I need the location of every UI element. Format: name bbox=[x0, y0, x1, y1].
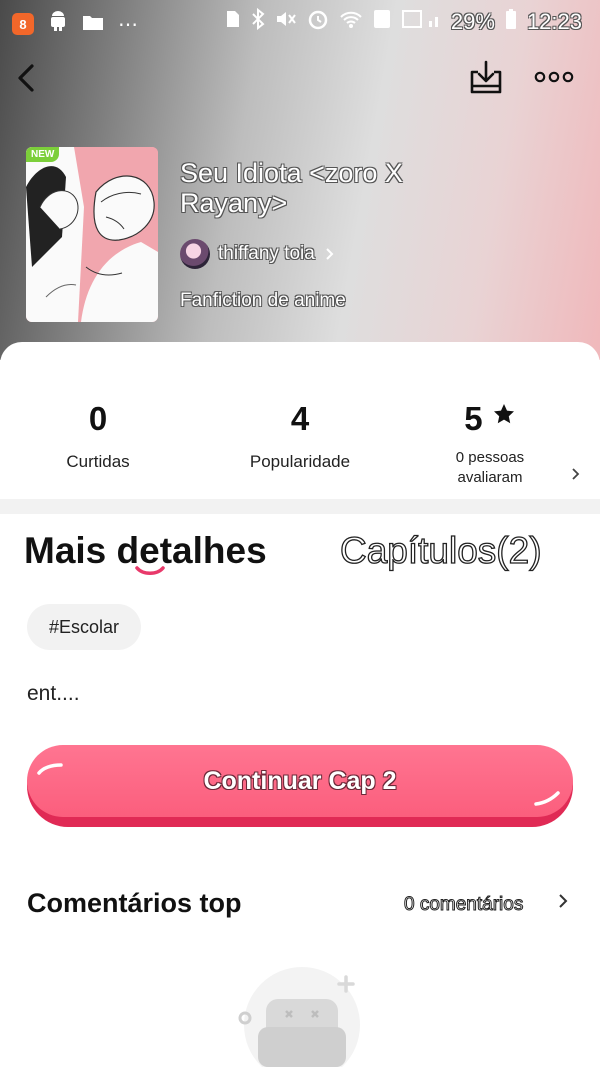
stat-likes-value: 0 bbox=[88, 400, 108, 437]
author-link[interactable]: thiffany toia bbox=[180, 238, 337, 270]
back-arrow-icon bbox=[18, 64, 34, 92]
story-category: Fanfiction de anime bbox=[180, 290, 346, 311]
bluetooth-icon bbox=[251, 7, 265, 36]
author-name: thiffany toia bbox=[218, 243, 315, 264]
tag-chip[interactable]: #Escolar bbox=[27, 604, 142, 650]
stat-rating[interactable]: 5 0 pessoas avaliaram bbox=[430, 400, 550, 488]
tab-chapters[interactable]: Capítulos(2) bbox=[339, 529, 542, 572]
stat-popularity-value: 4 bbox=[290, 400, 310, 437]
continue-reading-button[interactable]: Continuar Cap 2 bbox=[27, 745, 573, 827]
more-notifications-icon: ⋯ bbox=[118, 13, 138, 36]
continue-button-label: Continuar Cap 2 bbox=[203, 766, 397, 795]
stat-likes[interactable]: 0 Curtidas bbox=[48, 400, 148, 472]
app-notification-icon: 8 bbox=[12, 13, 34, 35]
cover-illustration bbox=[26, 147, 158, 322]
author-avatar bbox=[180, 239, 210, 269]
comments-chevron-icon[interactable] bbox=[556, 891, 570, 917]
android-icon bbox=[48, 10, 68, 38]
comments-count-link[interactable]: 0 comentários bbox=[403, 894, 523, 916]
battery-icon bbox=[505, 8, 517, 36]
sim-alert-icon bbox=[225, 9, 241, 35]
sim-slot-icon bbox=[373, 9, 391, 35]
new-badge: NEW bbox=[26, 147, 60, 162]
continue-button-face: Continuar Cap 2 bbox=[27, 745, 573, 817]
stat-likes-label: Curtidas bbox=[66, 452, 130, 471]
section-divider bbox=[0, 499, 600, 514]
tab-active-indicator bbox=[135, 566, 165, 575]
alarm-icon bbox=[307, 8, 329, 36]
back-button[interactable] bbox=[10, 58, 46, 98]
stat-popularity-label: Popularidade bbox=[249, 452, 351, 471]
comments-title: Comentários top bbox=[27, 888, 242, 918]
story-description: ent.... bbox=[27, 682, 80, 705]
stat-popularity[interactable]: 4 Popularidade bbox=[230, 400, 370, 472]
download-button[interactable] bbox=[466, 58, 506, 98]
empty-comments-illustration bbox=[238, 967, 360, 1067]
story-title: Seu Idiota <zoro X Rayany> bbox=[180, 158, 403, 218]
button-shine-icon bbox=[534, 791, 560, 806]
download-icon bbox=[470, 60, 502, 94]
stat-rating-value: 5 bbox=[430, 400, 550, 438]
signal-icon bbox=[401, 9, 441, 35]
status-bar: 8 ⋯ 29% 12:23 bbox=[0, 0, 600, 44]
star-icon bbox=[493, 404, 514, 424]
button-shine-icon bbox=[37, 763, 63, 775]
mute-icon bbox=[275, 9, 297, 35]
stat-rating-label: 0 pessoas avaliaram bbox=[455, 449, 525, 486]
clock: 12:23 bbox=[526, 9, 582, 34]
story-cover[interactable]: NEW bbox=[26, 147, 158, 322]
rating-chevron-icon[interactable] bbox=[570, 465, 582, 489]
more-dots-icon bbox=[534, 71, 574, 83]
folder-icon bbox=[82, 13, 104, 36]
wifi-icon bbox=[339, 9, 363, 35]
battery-percent: 29% bbox=[450, 9, 495, 34]
chevron-right-icon bbox=[326, 248, 334, 260]
more-options-button[interactable] bbox=[532, 62, 576, 92]
